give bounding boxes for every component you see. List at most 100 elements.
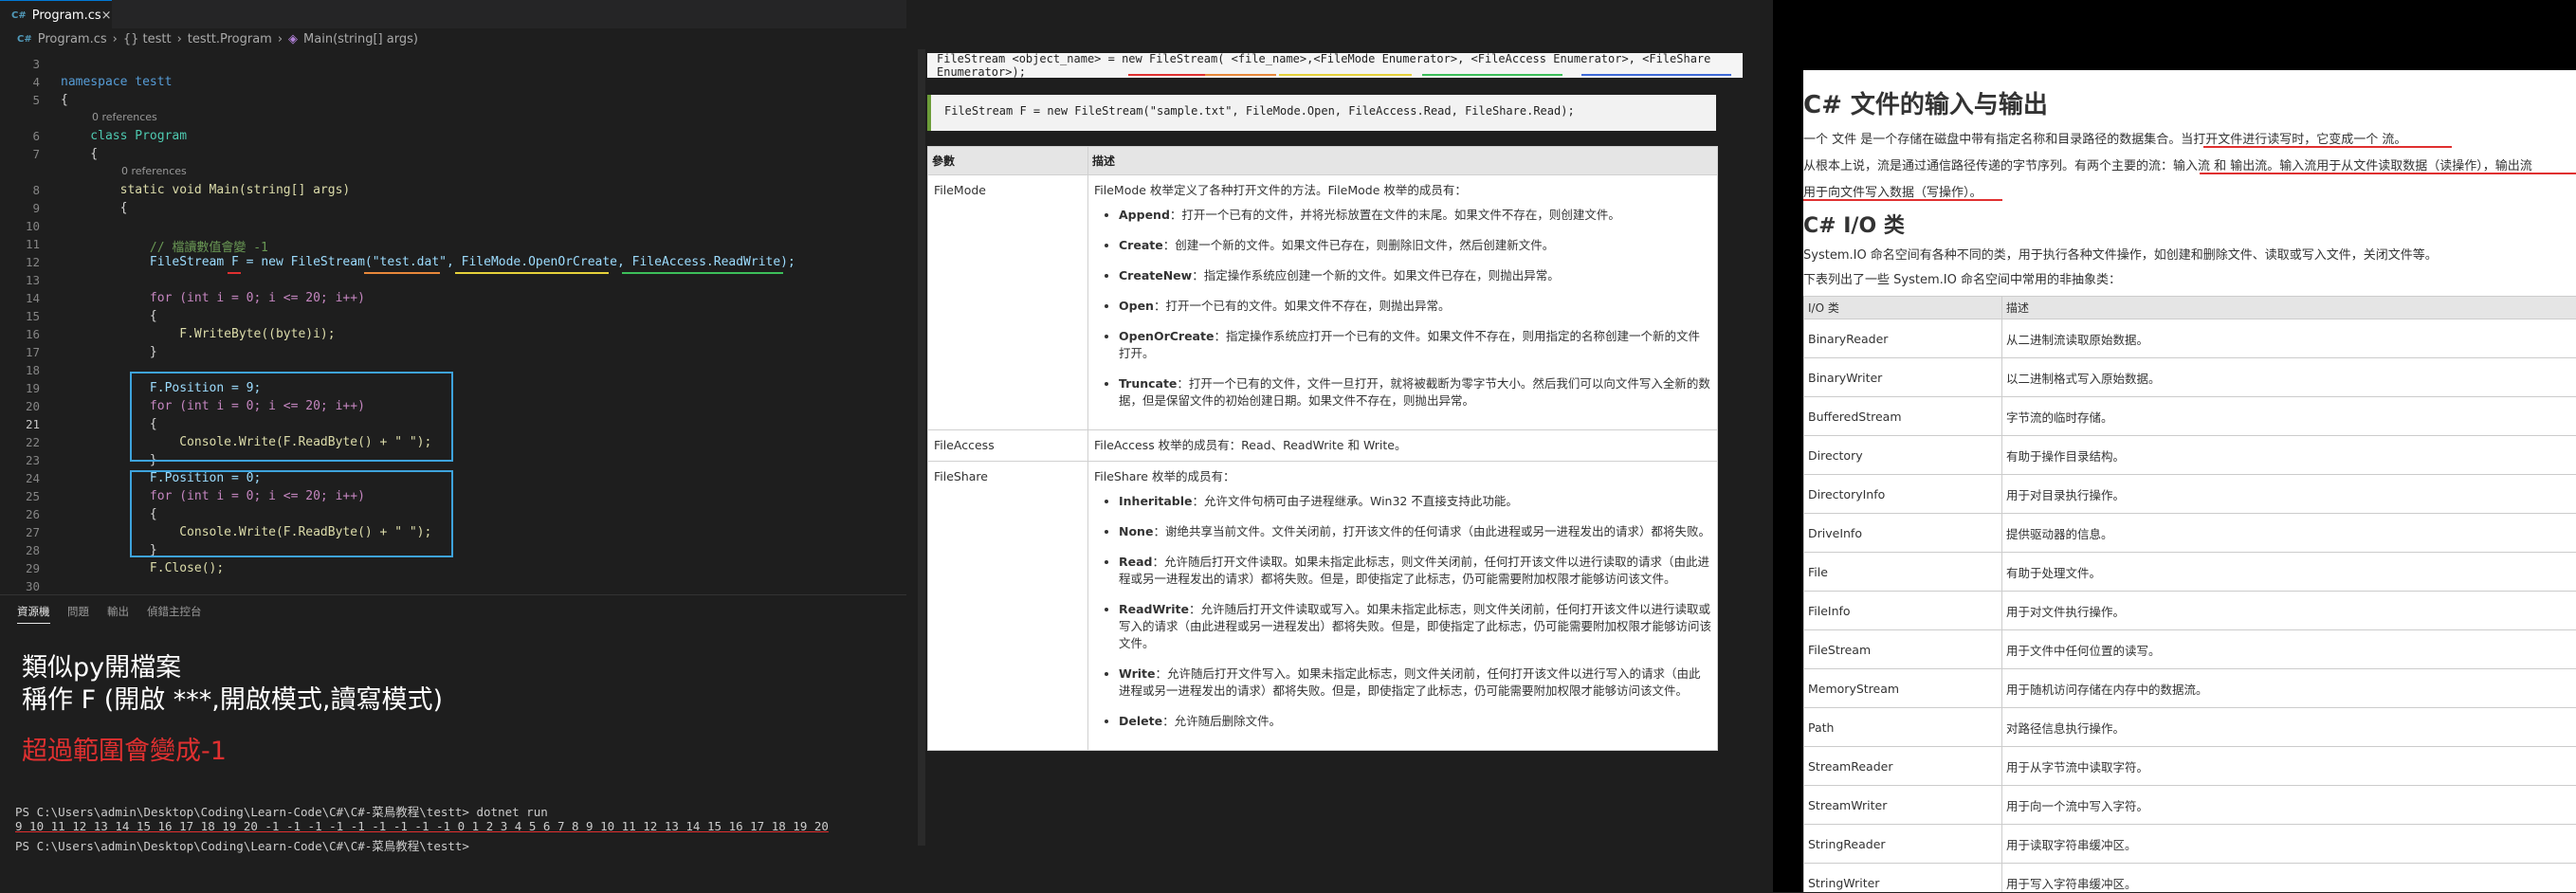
csharp-file-icon: C# bbox=[11, 10, 27, 21]
page-title: C# 文件的输入与输出 bbox=[1803, 85, 2048, 120]
line-number: 15 bbox=[0, 309, 40, 323]
line-number: 6 bbox=[0, 129, 40, 143]
tab-program-cs[interactable]: C# Program.cs × bbox=[0, 0, 112, 29]
chevron-right-icon: › bbox=[113, 32, 118, 46]
table-row: FileStream用于文件中任何位置的读写。 bbox=[1804, 630, 2576, 669]
line-number: 11 bbox=[0, 237, 40, 251]
code-line: for (int i = 0; i <= 20; i++) bbox=[61, 291, 365, 305]
line-number: 21 bbox=[0, 417, 40, 431]
table-row: StringReader用于读取字符串缓冲区。 bbox=[1804, 825, 2576, 864]
editor-area[interactable]: 3 4 5 6 7 8 9 10 11 12 13 14 15 16 17 18… bbox=[0, 57, 906, 592]
terminal-prompt[interactable]: PS C:\Users\admin\Desktop\Coding\Learn-C… bbox=[15, 836, 477, 854]
table-header: 描述 bbox=[2002, 297, 2576, 319]
line-number: 28 bbox=[0, 543, 40, 557]
underline-green bbox=[622, 272, 783, 274]
underline-red bbox=[2200, 173, 2576, 174]
line-number: 3 bbox=[0, 57, 40, 71]
underline-yellow bbox=[455, 272, 609, 274]
table-row: StreamReader用于从字节流中读取字符。 bbox=[1804, 747, 2576, 786]
list-item: OpenOrCreate：指定操作系统应打开一个已有的文件。如果文件不存在，则用… bbox=[1119, 328, 1711, 362]
member-list: Append：打开一个已有的文件，并将光标放置在文件的末尾。如果文件不存在，则创… bbox=[1094, 207, 1711, 410]
table-row: FileInfo用于对文件执行操作。 bbox=[1804, 592, 2576, 630]
codelens-references[interactable]: 0 references bbox=[121, 165, 187, 177]
param-desc: FileShare 枚举的成员有： Inheritable：允许文件句柄可由子进… bbox=[1088, 462, 1718, 751]
io-tutorial-page: C# 文件的输入与输出 一个 文件 是一个存储在磁盘中带有指定名称和目录路径的数… bbox=[1803, 70, 2576, 892]
note-text: 稱作 F (開啟 ***,開啟模式,讀寫模式) bbox=[22, 679, 443, 716]
csharp-file-icon: C# bbox=[17, 34, 32, 45]
code-line: { bbox=[61, 93, 68, 107]
line-number: 12 bbox=[0, 255, 40, 269]
param-intro: FileShare 枚举的成员有： bbox=[1094, 468, 1711, 485]
param-name: FileShare bbox=[928, 462, 1088, 751]
method-icon: ◈ bbox=[288, 32, 298, 46]
list-item: Delete：允许随后删除文件。 bbox=[1119, 713, 1711, 730]
param-name: FileAccess bbox=[928, 430, 1088, 462]
line-number: 30 bbox=[0, 579, 40, 593]
underline-red bbox=[1803, 199, 2002, 201]
parameter-table: 參數 描述 FileMode FileMode 枚举定义了各种打开文件的方法。F… bbox=[927, 146, 1718, 751]
table-row: StreamWriter用于向一个流中写入字符。 bbox=[1804, 786, 2576, 825]
paragraph: 下表列出了一些 System.IO 命名空间中常用的非抽象类： bbox=[1803, 269, 2121, 287]
code-line: { bbox=[61, 309, 157, 323]
chevron-right-icon: › bbox=[278, 32, 283, 46]
line-number: 7 bbox=[0, 147, 40, 161]
code-line: FileStream F = new FileStream("test.dat"… bbox=[61, 255, 795, 269]
table-row: DirectoryInfo用于对目录执行操作。 bbox=[1804, 475, 2576, 514]
list-item: None：谢绝共享当前文件。文件关闭前，打开该文件的任何请求（由此进程或另一进程… bbox=[1119, 523, 1711, 540]
line-number: 22 bbox=[0, 435, 40, 449]
breadcrumb-method[interactable]: Main(string[] args) bbox=[303, 32, 418, 46]
line-number: 25 bbox=[0, 489, 40, 503]
tab-debug-console[interactable]: 偵錯主控台 bbox=[147, 604, 202, 619]
breadcrumb-class[interactable]: testt.Program bbox=[188, 32, 272, 46]
code-line: } bbox=[61, 345, 157, 359]
line-number: 17 bbox=[0, 345, 40, 359]
example-code-box: FileStream F = new FileStream("sample.tx… bbox=[927, 95, 1716, 131]
line-number: 13 bbox=[0, 273, 40, 287]
line-number: 4 bbox=[0, 75, 40, 89]
paragraph: System.IO 命名空间有各种不同的类，用于执行各种文件操作，如创建和删除文… bbox=[1803, 245, 2438, 263]
tab-output[interactable]: 輸出 bbox=[107, 604, 129, 619]
line-number: 24 bbox=[0, 471, 40, 485]
tab-terminal[interactable]: 資源機 bbox=[17, 604, 50, 624]
list-item: ReadWrite：允许随后打开文件读取或写入。如果未指定此标志，则文件关闭前，… bbox=[1119, 601, 1711, 652]
paragraph: 用于向文件写入数据（写操作）。 bbox=[1803, 182, 1982, 200]
breadcrumb-file[interactable]: Program.cs bbox=[38, 32, 107, 46]
line-number: 10 bbox=[0, 219, 40, 233]
example-code: FileStream F = new FileStream("sample.tx… bbox=[944, 104, 1575, 118]
param-name: FileMode bbox=[928, 175, 1088, 430]
line-number: 26 bbox=[0, 507, 40, 521]
bottom-panel: 資源機 問題 輸出 偵錯主控台 × 類似py開檔案 稱作 F (開啟 ***,開… bbox=[0, 594, 906, 893]
highlight-box bbox=[130, 372, 453, 462]
list-item: Open：打开一个已有的文件。如果文件不存在，则抛出异常。 bbox=[1119, 298, 1711, 315]
underline-red bbox=[2203, 146, 2452, 148]
highlight-box bbox=[130, 470, 453, 557]
tab-problems[interactable]: 問題 bbox=[67, 604, 89, 619]
scrollbar[interactable] bbox=[918, 49, 925, 846]
note-text-red: 超過範圍會變成-1 bbox=[22, 730, 227, 767]
section-heading: C# I/O 类 bbox=[1803, 209, 1905, 239]
underline-orange bbox=[1205, 74, 1276, 76]
list-item: Read：允许随后打开文件读取。如果未指定此标志，则文件关闭前，任何打开该文件以… bbox=[1119, 554, 1711, 588]
terminal-line: PS C:\Users\admin\Desktop\Coding\Learn-C… bbox=[15, 802, 548, 820]
code-line: { bbox=[61, 147, 98, 161]
underline-green bbox=[1422, 74, 1562, 76]
codelens-references[interactable]: 0 references bbox=[92, 111, 157, 123]
table-row: DriveInfo提供驱动器的信息。 bbox=[1804, 514, 2576, 553]
line-number: 5 bbox=[0, 93, 40, 107]
underline-red bbox=[228, 272, 241, 274]
line-number: 18 bbox=[0, 363, 40, 377]
table-row: BufferedStream字节流的临时存储。 bbox=[1804, 397, 2576, 436]
code-line: { bbox=[61, 201, 127, 215]
table-row: File有助于处理文件。 bbox=[1804, 553, 2576, 592]
list-item: Create：创建一个新的文件。如果文件已存在，则删除旧文件，然后创建新文件。 bbox=[1119, 237, 1711, 254]
tab-label: Program.cs bbox=[32, 9, 101, 23]
line-number: 23 bbox=[0, 453, 40, 467]
list-item: Write：允许随后打开文件写入。如果未指定此标志，则文件关闭前，任何打开该文件… bbox=[1119, 665, 1711, 700]
code-comment: // 檔讀數值會變 -1 bbox=[61, 237, 268, 255]
breadcrumb-namespace[interactable]: {} testt bbox=[123, 32, 172, 46]
line-number: 20 bbox=[0, 399, 40, 413]
line-number: 19 bbox=[0, 381, 40, 395]
table-row: BinaryReader从二进制流读取原始数据。 bbox=[1804, 319, 2576, 358]
param-desc: FileMode 枚举定义了各种打开文件的方法。FileMode 枚举的成员有：… bbox=[1088, 175, 1718, 430]
close-icon[interactable]: × bbox=[101, 9, 112, 23]
